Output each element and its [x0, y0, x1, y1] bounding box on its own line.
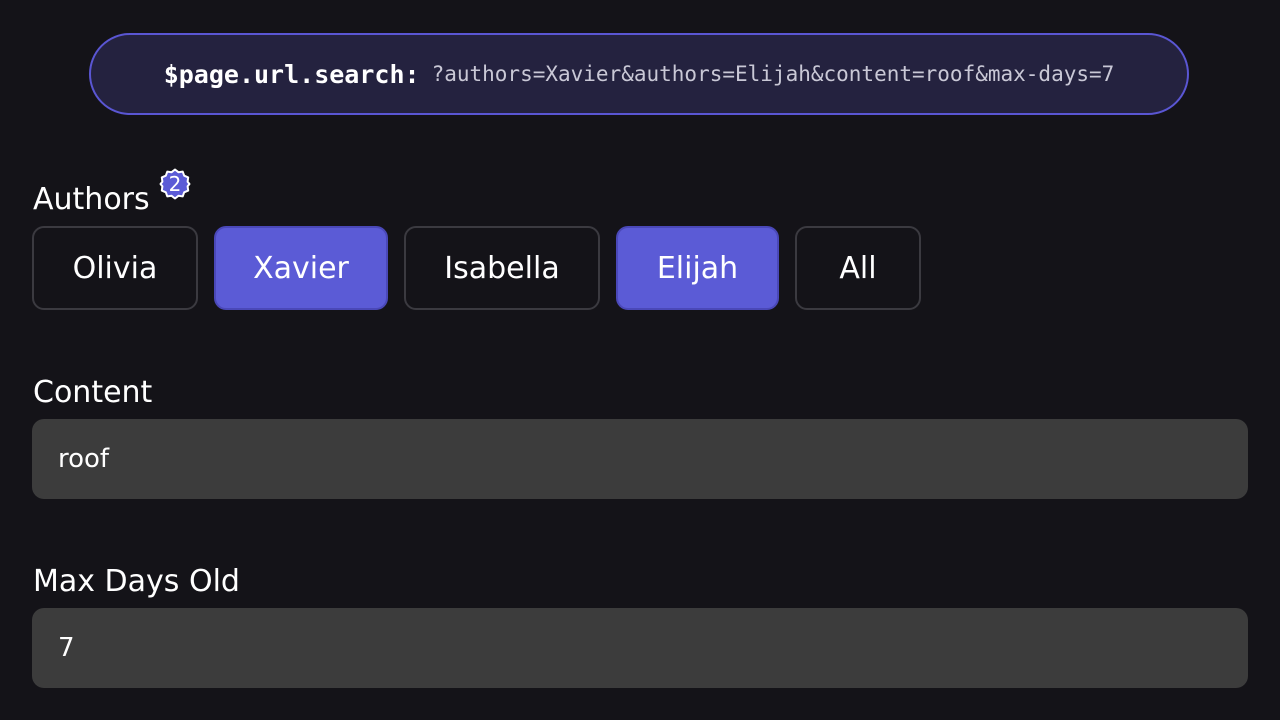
content-label: Content: [33, 375, 153, 410]
authors-label: Authors: [33, 182, 150, 217]
url-search-value: ?authors=Xavier&authors=Elijah&content=r…: [431, 62, 1115, 86]
max-days-label: Max Days Old: [33, 564, 240, 599]
authors-count-value: 2: [168, 172, 182, 196]
url-search-key: $page.url.search:: [163, 59, 420, 89]
content-input[interactable]: [32, 419, 1248, 499]
url-search-display: $page.url.search: ?authors=Xavier&author…: [89, 33, 1189, 115]
author-chip-isabella[interactable]: Isabella: [404, 226, 600, 310]
max-days-input[interactable]: [32, 608, 1248, 688]
authors-count-badge: 2: [159, 168, 191, 200]
author-chip-all[interactable]: All: [795, 226, 921, 310]
author-chip-elijah[interactable]: Elijah: [616, 226, 779, 310]
search-filter-page: $page.url.search: ?authors=Xavier&author…: [0, 0, 1280, 720]
authors-chip-group: Olivia Xavier Isabella Elijah All: [32, 226, 921, 310]
author-chip-olivia[interactable]: Olivia: [32, 226, 198, 310]
author-chip-xavier[interactable]: Xavier: [214, 226, 388, 310]
